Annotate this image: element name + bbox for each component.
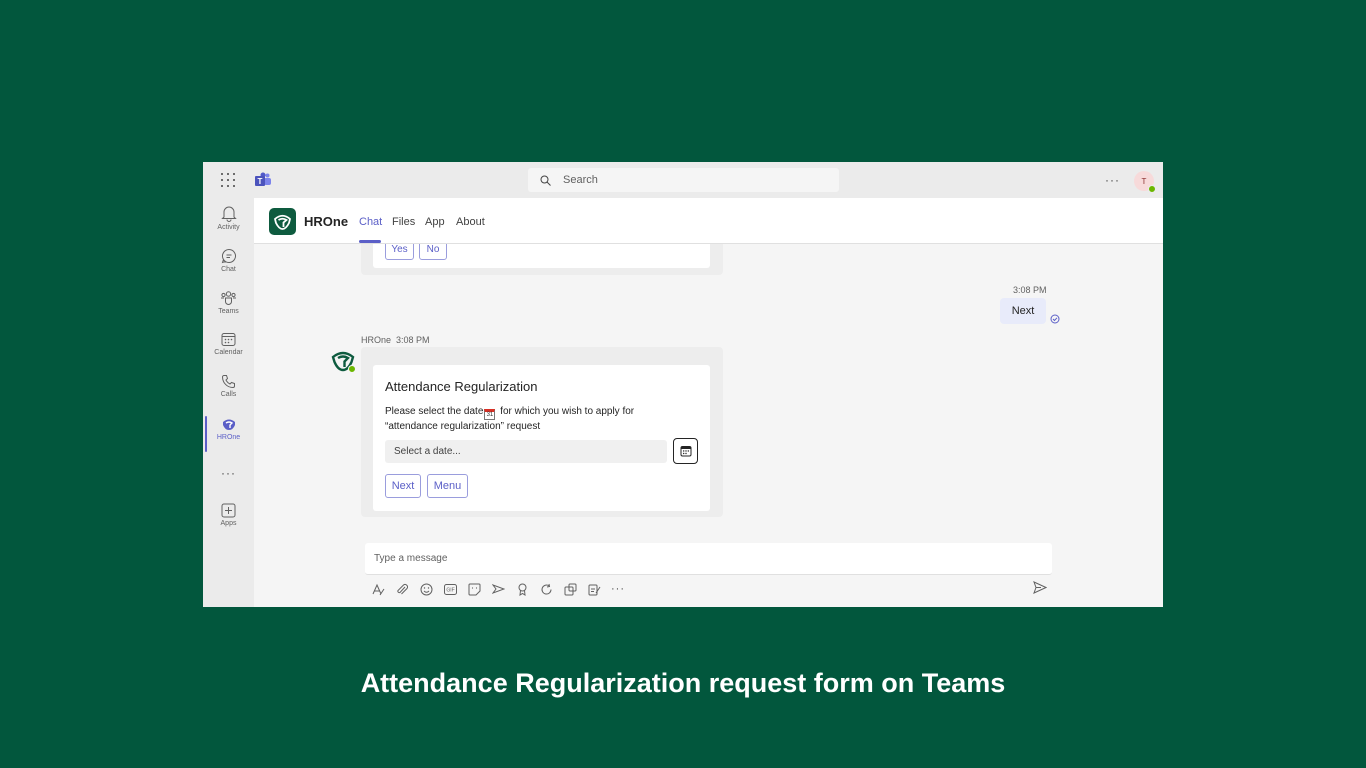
search-icon — [540, 175, 551, 186]
emoji-icon[interactable] — [418, 581, 434, 597]
rail-item-activity[interactable]: Activity — [203, 205, 254, 245]
svg-text:GIF: GIF — [446, 587, 454, 593]
date-placeholder: Select a date... — [394, 446, 461, 457]
date-picker-button[interactable] — [673, 438, 698, 464]
teams-logo-icon: T — [255, 172, 271, 186]
settings-more-icon[interactable]: ··· — [1105, 173, 1120, 187]
schedule-meeting-icon[interactable] — [490, 581, 506, 597]
avatar-initial: T — [1141, 176, 1147, 186]
rail-item-teams[interactable]: Teams — [203, 290, 254, 330]
title-bar: T Search ··· T — [203, 162, 1163, 198]
caption: Attendance Regularization request form o… — [360, 668, 1006, 698]
app-bar: Activity Chat Teams Calendar Calls HROne… — [203, 198, 254, 607]
bot-time: 3:08 PM — [396, 335, 430, 345]
loop-icon[interactable] — [538, 581, 554, 597]
bot-avatar[interactable] — [331, 348, 356, 373]
tab-about[interactable]: About — [456, 216, 485, 228]
rail-item-apps[interactable]: Apps — [203, 503, 254, 543]
search-input[interactable]: Search — [528, 168, 839, 192]
approvals-icon[interactable] — [586, 581, 602, 597]
rail-label: Chat — [221, 266, 236, 273]
hrone-icon — [222, 419, 235, 430]
active-tab-indicator — [359, 240, 381, 243]
attach-icon[interactable] — [394, 581, 410, 597]
no-button[interactable]: No — [419, 244, 447, 260]
search-placeholder: Search — [563, 174, 598, 186]
menu-button[interactable]: Menu — [427, 474, 468, 498]
rail-label: Apps — [220, 520, 237, 527]
tab-files[interactable]: Files — [392, 216, 415, 228]
chat-icon — [221, 248, 236, 264]
previous-card: Yes No — [361, 244, 723, 275]
calendar-icon — [680, 446, 691, 457]
rail-label: Calendar — [214, 349, 243, 356]
composer-placeholder: Type a message — [374, 553, 448, 564]
chat-area: Yes No 3:08 PM Next HROne 3:08 PM Attend… — [254, 244, 1163, 607]
bot-name: HROne — [361, 335, 392, 345]
more-apps-icon[interactable]: ··· — [203, 466, 254, 506]
calendar-emoji-icon: 31 — [484, 409, 496, 420]
rail-label: HROne — [216, 434, 241, 441]
sticker-icon[interactable] — [466, 581, 482, 597]
adaptive-card: Attendance Regularization Please select … — [361, 347, 723, 517]
yes-button[interactable]: Yes — [385, 244, 414, 260]
format-icon[interactable] — [370, 581, 386, 597]
app-title: HROne — [304, 214, 349, 229]
hrone-logo-icon — [269, 208, 296, 235]
user-avatar[interactable]: T — [1134, 171, 1156, 193]
bot-message-meta: HROne 3:08 PM — [361, 335, 430, 345]
teams-icon — [221, 291, 236, 305]
phone-icon — [221, 375, 235, 389]
rail-item-chat[interactable]: Chat — [203, 248, 254, 288]
app-header: HROne Chat Files App About — [254, 198, 1163, 244]
gif-icon[interactable]: GIF — [442, 581, 458, 597]
teams-window: T Search ··· T Activity Chat Teams Calen… — [203, 162, 1163, 607]
composer-toolbar: GIF ··· — [370, 581, 634, 597]
my-message-time: 3:08 PM — [1013, 285, 1047, 295]
bell-icon — [220, 206, 237, 222]
rail-item-calendar[interactable]: Calendar — [203, 332, 254, 372]
rail-label: Calls — [220, 391, 237, 398]
next-button[interactable]: Next — [385, 474, 421, 498]
app-launcher-icon[interactable] — [221, 173, 235, 187]
sent-check-icon — [1050, 314, 1060, 324]
card-text-before: Please select the date — [385, 406, 484, 417]
send-icon[interactable] — [1033, 581, 1047, 594]
message-composer[interactable]: Type a message — [365, 543, 1052, 575]
praise-icon[interactable] — [514, 581, 530, 597]
date-picker-input[interactable]: Select a date... — [385, 440, 667, 463]
card-title: Attendance Regularization — [385, 379, 538, 394]
rail-label: Teams — [218, 308, 239, 315]
tab-chat[interactable]: Chat — [359, 216, 382, 228]
stream-icon[interactable] — [562, 581, 578, 597]
tab-app[interactable]: App — [425, 216, 445, 228]
calendar-icon — [221, 333, 236, 346]
svg-text:T: T — [258, 177, 263, 186]
presence-available-icon — [1148, 185, 1156, 193]
rail-item-calls[interactable]: Calls — [203, 374, 254, 414]
more-actions-icon[interactable]: ··· — [610, 581, 626, 597]
presence-available-icon — [348, 365, 356, 373]
rail-label: Activity — [217, 224, 240, 231]
my-message-bubble[interactable]: Next — [1000, 298, 1046, 324]
card-description: Please select the date 31 for which you w… — [385, 405, 685, 434]
rail-item-hrone[interactable]: HROne — [203, 416, 254, 456]
add-apps-icon — [221, 503, 236, 518]
